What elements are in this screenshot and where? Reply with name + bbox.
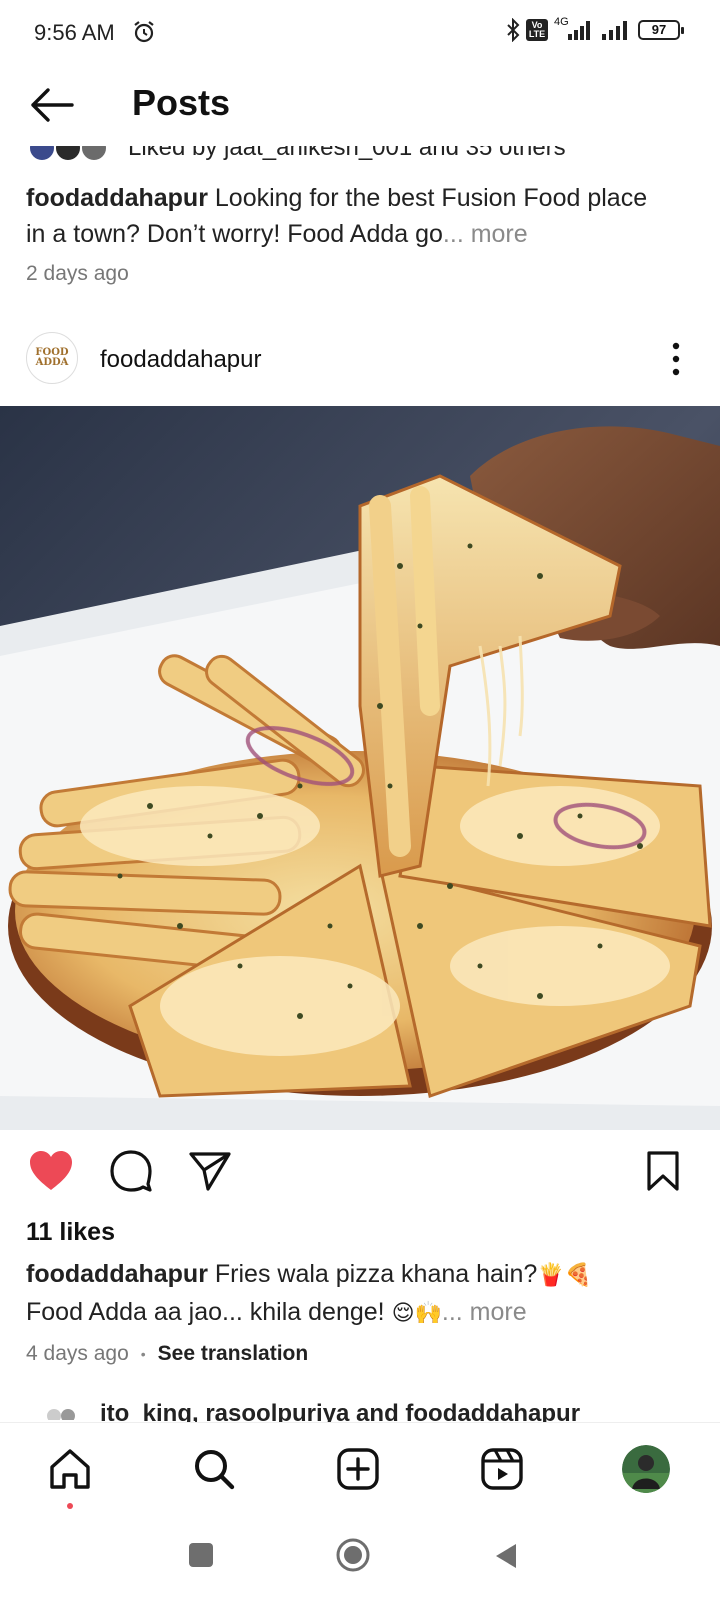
signal-4g-icon: 4G	[554, 16, 594, 42]
page-title: Posts	[132, 82, 231, 123]
likes-summary-text: Liked by jaat_anikesh_001 and 35 others	[128, 146, 566, 161]
alarm-icon	[134, 21, 154, 43]
notification-dot	[67, 1503, 73, 1509]
nav-profile[interactable]	[622, 1445, 670, 1493]
comment-icon[interactable]	[110, 1150, 152, 1192]
post-avatar[interactable]: FOOD ADDA	[26, 332, 78, 384]
signal-icon	[602, 21, 627, 40]
previous-post: Liked by jaat_anikesh_001 and 35 others …	[0, 146, 720, 306]
home-icon	[50, 1449, 90, 1489]
next-post-likes: ito_king, rasoolpuriya and foodaddahapur	[0, 1400, 720, 1422]
caption-line-2: Food Adda aa jao... khila denge!	[26, 1298, 385, 1326]
bottom-navigation	[0, 1422, 720, 1532]
likes-summary[interactable]: Liked by jaat_anikesh_001 and 35 others	[0, 146, 720, 164]
recent-apps-icon[interactable]	[188, 1542, 214, 1568]
volte-icon: Vo LTE	[526, 19, 548, 41]
post-meta: 4 days ago • See translation	[26, 1342, 308, 1366]
nav-reels[interactable]	[478, 1445, 526, 1493]
more-options-icon[interactable]	[672, 342, 680, 376]
app-header: Posts	[0, 66, 720, 146]
more-link[interactable]: ... more	[442, 1298, 527, 1326]
status-bar: 9:56 AM Vo LTE 4G 97	[0, 0, 720, 66]
caption-text: Fries wala pizza khana hain?	[207, 1260, 538, 1288]
save-bookmark-icon[interactable]	[646, 1150, 680, 1192]
back-arrow-icon[interactable]	[28, 86, 74, 124]
avatar-logo-text: FOOD ADDA	[35, 347, 69, 368]
search-icon	[195, 1450, 235, 1490]
liker-avatars	[47, 1409, 75, 1420]
bluetooth-icon	[507, 18, 520, 42]
nav-create[interactable]	[334, 1445, 382, 1493]
post-timestamp: 2 days ago	[26, 262, 129, 285]
share-icon[interactable]	[188, 1150, 232, 1192]
liker-avatars	[28, 146, 108, 160]
see-translation-link[interactable]: See translation	[158, 1342, 309, 1366]
relieved-hands-emoji-icon: 😌🙌	[391, 1301, 442, 1326]
home-button-icon[interactable]	[336, 1538, 370, 1572]
post-caption[interactable]: foodaddahapur Fries wala pizza khana hai…	[26, 1256, 666, 1332]
reels-icon	[481, 1448, 523, 1490]
pizza-photo	[0, 406, 720, 1130]
status-icons: Vo LTE 4G 97	[506, 16, 684, 42]
more-link[interactable]: ... more	[443, 220, 528, 248]
separator-dot: •	[140, 1346, 146, 1362]
post-username[interactable]: foodaddahapur	[100, 346, 261, 374]
caption-username[interactable]: foodaddahapur	[26, 184, 208, 212]
fries-pizza-emoji-icon: 🍟🍕	[537, 1263, 593, 1288]
profile-avatar	[622, 1445, 670, 1493]
back-button-icon[interactable]	[494, 1542, 518, 1570]
next-post-likes-text: ito_king, rasoolpuriya and foodaddahapur	[100, 1400, 581, 1422]
nav-home[interactable]	[46, 1445, 94, 1493]
post-timestamp: 4 days ago	[26, 1342, 129, 1365]
post-header: FOOD ADDA foodaddahapur	[0, 326, 720, 398]
create-icon	[337, 1448, 379, 1490]
battery-indicator: 97	[638, 20, 684, 40]
previous-caption[interactable]: foodaddahapur Looking for the best Fusio…	[26, 180, 666, 252]
post-image[interactable]	[0, 406, 720, 1130]
likes-count[interactable]: 11 likes	[26, 1218, 115, 1247]
nav-search[interactable]	[190, 1445, 238, 1493]
system-navigation	[0, 1532, 720, 1600]
like-heart-icon[interactable]	[28, 1150, 74, 1192]
caption-username[interactable]: foodaddahapur	[26, 1260, 208, 1288]
post-actions	[0, 1140, 720, 1200]
status-time: 9:56 AM	[34, 20, 115, 45]
